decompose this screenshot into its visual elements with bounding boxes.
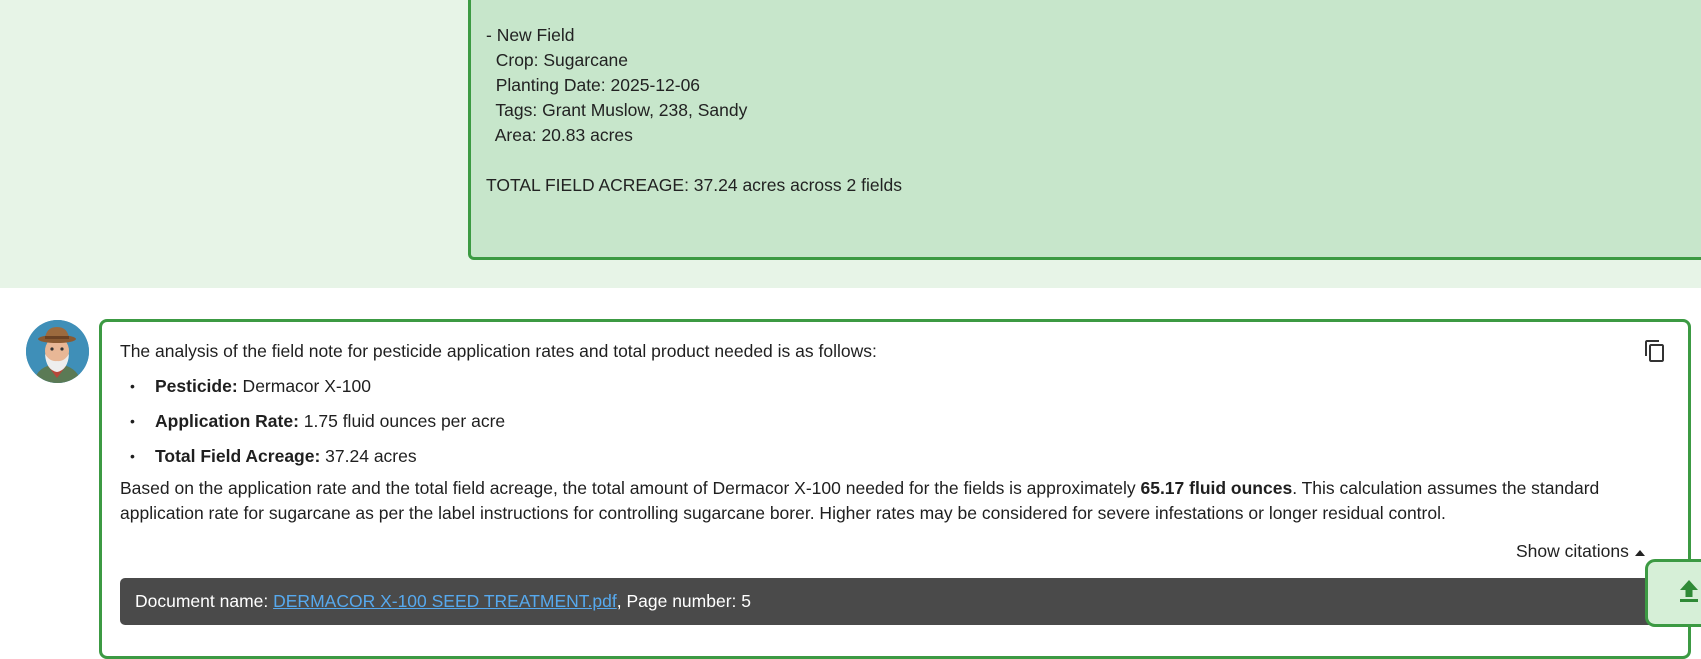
copy-button[interactable]	[1643, 339, 1667, 363]
user-message-line: Planting Date: 2025-12-06	[486, 75, 701, 95]
user-message-spacer	[486, 148, 1700, 173]
user-message-line: Tags: Grant Muslow, 238, Sandy	[486, 100, 748, 120]
bullet-dot: •	[130, 448, 135, 464]
bullet-value: 1.75 fluid ounces per acre	[298, 411, 506, 431]
user-message-bubble: - New Field Crop: Sugarcane Planting Dat…	[468, 0, 1701, 260]
upload-button[interactable]	[1645, 559, 1701, 627]
assistant-intro-text: The analysis of the field note for pesti…	[120, 341, 877, 361]
list-item: • Application Rate: 1.75 fluid ounces pe…	[120, 409, 505, 444]
bullet-label: Application Rate:	[155, 411, 299, 431]
bullet-dot: •	[130, 413, 135, 429]
citation-document-link[interactable]: DERMACOR X-100 SEED TREATMENT.pdf	[273, 591, 617, 611]
upload-icon	[1680, 580, 1698, 602]
show-citations-toggle[interactable]: Show citations	[1516, 539, 1645, 564]
summary-text: Based on the application rate and the to…	[120, 478, 1141, 498]
assistant-summary-paragraph: Based on the application rate and the to…	[120, 476, 1620, 526]
user-message-line: Area: 20.83 acres	[486, 125, 633, 145]
user-message-line: Crop: Sugarcane	[486, 50, 629, 70]
bullet-label: Pesticide:	[155, 376, 238, 396]
citation-page-number: , Page number: 5	[616, 591, 751, 611]
bullet-dot: •	[130, 378, 135, 394]
user-message-total-line: TOTAL FIELD ACREAGE: 37.24 acres across …	[486, 175, 902, 195]
list-item: • Total Field Acreage: 37.24 acres	[120, 444, 505, 479]
bullet-value: Dermacor X-100	[237, 376, 371, 396]
farmer-avatar-icon	[26, 320, 89, 383]
copy-icon	[1645, 340, 1664, 362]
bullet-value: 37.24 acres	[320, 446, 417, 466]
list-item: • Pesticide: Dermacor X-100	[120, 374, 505, 409]
analysis-bullet-list: • Pesticide: Dermacor X-100 • Applicatio…	[120, 374, 505, 479]
citation-item: Document name: DERMACOR X-100 SEED TREAT…	[120, 578, 1680, 625]
caret-up-icon	[1634, 549, 1645, 556]
summary-total-amount: 65.17 fluid ounces	[1140, 478, 1293, 498]
assistant-message-bubble: The analysis of the field note for pesti…	[99, 319, 1691, 659]
assistant-avatar	[26, 320, 89, 383]
user-message-line: - New Field	[486, 25, 575, 45]
bullet-label: Total Field Acreage:	[155, 446, 321, 466]
citation-prefix: Document name:	[135, 591, 274, 611]
show-citations-label: Show citations	[1516, 541, 1629, 561]
